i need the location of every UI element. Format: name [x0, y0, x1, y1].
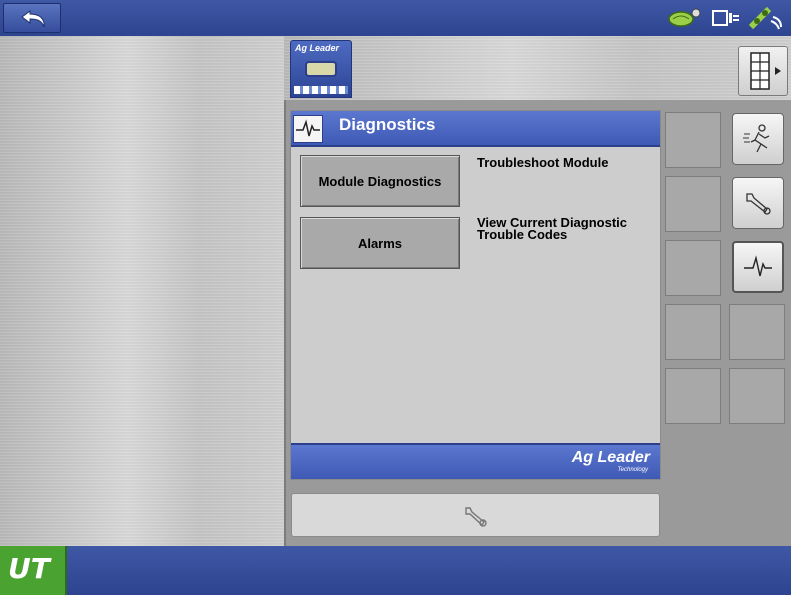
diagnostics-button[interactable]	[732, 241, 784, 293]
alarms-description: View Current Diagnostic Trouble Codes	[477, 215, 628, 242]
connector-icon	[305, 61, 337, 77]
display-link-icon[interactable]	[711, 7, 741, 29]
tools-button[interactable]	[291, 493, 660, 537]
bottom-bar: UT	[0, 546, 791, 595]
layout-grid-button[interactable]	[738, 46, 788, 96]
pulse-icon	[744, 255, 772, 277]
top-bar	[0, 0, 791, 36]
gps-satellite-icon[interactable]	[749, 5, 783, 31]
module-diagnostics-button[interactable]: Module Diagnostics	[300, 155, 460, 207]
empty-slot	[665, 240, 721, 296]
empty-slot	[665, 368, 721, 424]
wrench-icon	[746, 193, 771, 215]
operate-button[interactable]	[732, 113, 784, 165]
status-icons	[667, 4, 783, 32]
panel-footer: Ag Leader Technology	[291, 443, 660, 479]
universal-terminal-button[interactable]: UT	[0, 546, 67, 595]
panel-title: Diagnostics	[339, 115, 436, 134]
empty-slot	[665, 304, 721, 360]
wrench-icon	[465, 507, 487, 527]
tile-base	[294, 86, 348, 94]
back-button[interactable]	[3, 3, 61, 33]
tile-brand: Ag Leader	[295, 43, 340, 53]
back-arrow-icon	[21, 10, 45, 28]
footer-brand-sub: Technology	[617, 467, 648, 473]
ag-leader-module-tile[interactable]: Ag Leader	[290, 40, 352, 98]
empty-slot	[665, 176, 721, 232]
setup-button[interactable]	[732, 177, 784, 229]
empty-slot	[729, 368, 785, 424]
empty-slot	[665, 112, 721, 168]
footer-brand-logo: Ag Leader	[571, 449, 650, 466]
module-strip	[284, 36, 791, 100]
layout-grid-icon	[750, 52, 781, 90]
diagnostics-panel: Diagnostics Module Diagnostics Troublesh…	[290, 110, 661, 480]
panel-header: Diagnostics	[291, 111, 660, 147]
pulse-icon	[293, 115, 323, 143]
left-panel	[0, 36, 284, 546]
empty-slot	[729, 304, 785, 360]
alarms-button[interactable]: Alarms	[300, 217, 460, 269]
ut-label: UT	[8, 552, 50, 585]
running-man-icon	[743, 124, 770, 153]
implement-icon[interactable]	[667, 7, 703, 29]
module-diagnostics-description: Troubleshoot Module	[477, 155, 609, 170]
